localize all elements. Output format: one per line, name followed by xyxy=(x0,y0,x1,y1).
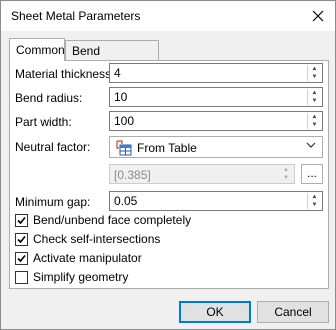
neutral-factor-selected: From Table xyxy=(137,141,197,155)
neutral-factor-value-spinner: ▲ ▼ xyxy=(279,166,293,182)
checkbox-bend-unbend-label: Bend/unbend face completely xyxy=(33,213,192,227)
spin-up-icon[interactable]: ▲ xyxy=(308,113,321,121)
checkmark-icon xyxy=(17,254,26,263)
table-icon xyxy=(116,140,132,159)
bend-radius-label: Bend radius: xyxy=(15,91,83,105)
spin-up-icon: ▲ xyxy=(283,167,289,173)
minimum-gap-field[interactable]: 0.05 ▲ ▼ xyxy=(109,191,323,211)
spin-up-icon[interactable]: ▲ xyxy=(308,89,321,97)
spin-down-icon[interactable]: ▼ xyxy=(308,121,321,129)
checkbox-bend-unbend-box[interactable] xyxy=(15,214,28,227)
bend-radius-spinner[interactable]: ▲ ▼ xyxy=(307,89,321,105)
spin-down-icon[interactable]: ▼ xyxy=(308,73,321,81)
tab-bend-parameters[interactable]: Bend Parameters xyxy=(65,40,159,72)
bend-radius-value: 10 xyxy=(114,90,128,104)
checkbox-activate-manipulator-label: Activate manipulator xyxy=(33,251,142,265)
checkbox-simplify-geometry-box[interactable] xyxy=(15,271,28,284)
cancel-button[interactable]: Cancel xyxy=(257,301,329,323)
spin-down-icon: ▼ xyxy=(283,175,289,181)
part-width-value: 100 xyxy=(114,114,135,128)
chevron-down-icon xyxy=(306,140,316,153)
close-icon xyxy=(312,10,324,22)
checkbox-activate-manipulator-box[interactable] xyxy=(15,252,28,265)
material-thickness-label: Material thickness: xyxy=(15,67,115,81)
minimum-gap-value: 0.05 xyxy=(114,194,138,208)
spin-down-icon[interactable]: ▼ xyxy=(308,97,321,105)
title-bar: Sheet Metal Parameters xyxy=(1,1,335,31)
material-thickness-spinner[interactable]: ▲ ▼ xyxy=(307,65,321,81)
checkbox-self-intersections-label: Check self-intersections xyxy=(33,232,161,246)
material-thickness-field[interactable]: 4 ▲ ▼ xyxy=(109,63,323,83)
checkmark-icon xyxy=(17,235,26,244)
spin-up-icon[interactable]: ▲ xyxy=(308,65,321,73)
bend-radius-field[interactable]: 10 ▲ ▼ xyxy=(109,87,323,107)
checkbox-self-intersections-box[interactable] xyxy=(15,233,28,246)
close-button[interactable] xyxy=(305,5,331,27)
tab-common[interactable]: Common xyxy=(9,38,65,61)
part-width-field[interactable]: 100 ▲ ▼ xyxy=(109,111,323,131)
neutral-factor-label: Neutral factor: xyxy=(15,140,91,154)
neutral-factor-value: [0.385] xyxy=(114,168,151,182)
minimum-gap-label: Minimum gap: xyxy=(15,195,91,209)
part-width-label: Part width: xyxy=(15,115,72,129)
browse-ellipsis-button[interactable]: ... xyxy=(301,164,323,184)
tab-common-label: Common xyxy=(16,43,65,57)
neutral-factor-dropdown[interactable]: From Table xyxy=(109,136,323,158)
ok-button[interactable]: OK xyxy=(179,301,251,323)
sheet-metal-parameters-dialog: Sheet Metal Parameters Common Bend Param… xyxy=(0,0,336,330)
spin-up-icon[interactable]: ▲ xyxy=(308,193,321,201)
spin-down-icon[interactable]: ▼ xyxy=(308,201,321,209)
material-thickness-value: 4 xyxy=(114,66,121,80)
part-width-spinner[interactable]: ▲ ▼ xyxy=(307,113,321,129)
neutral-factor-value-field: [0.385] ▲ ▼ xyxy=(109,164,295,184)
checkmark-icon xyxy=(17,216,26,225)
dialog-title: Sheet Metal Parameters xyxy=(11,9,141,23)
minimum-gap-spinner[interactable]: ▲ ▼ xyxy=(307,193,321,209)
checkbox-simplify-geometry-label: Simplify geometry xyxy=(33,270,129,284)
